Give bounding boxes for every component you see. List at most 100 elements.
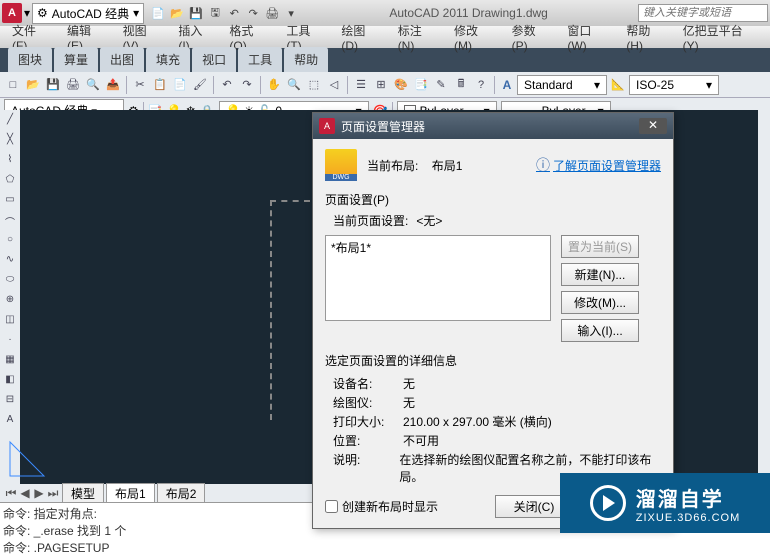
sheet-set-icon[interactable]: 📑 [412, 76, 430, 94]
tab-layout1[interactable]: 布局1 [106, 483, 155, 504]
tab-tools[interactable]: 工具 [238, 47, 282, 72]
menu-modify[interactable]: 修改(M) [446, 19, 504, 56]
menu-platform[interactable]: 亿把豆平台(Y) [675, 19, 766, 56]
text-style-dropdown[interactable]: Standard▾ [517, 75, 607, 95]
current-setup-value: <无> [416, 212, 442, 229]
show-on-new-layout-checkbox[interactable]: 创建新布局时显示 [325, 498, 438, 515]
undo-icon[interactable]: ↶ [218, 76, 236, 94]
page-setup-listbox[interactable]: *布局1* [325, 235, 551, 321]
watermark: 溜溜自学 ZIXUE.3D66.COM [560, 473, 770, 533]
insert-icon[interactable]: ⊕ [2, 294, 18, 310]
save-icon[interactable]: 💾 [44, 76, 62, 94]
dwg-icon [325, 149, 357, 181]
info-icon: ⓘ [536, 155, 550, 175]
line-icon[interactable]: ╱ [2, 114, 18, 130]
match-icon[interactable]: 🖌 [191, 76, 209, 94]
block-icon[interactable]: ◫ [2, 314, 18, 330]
properties-icon[interactable]: ☰ [352, 76, 370, 94]
dim-style-icon[interactable]: 📐 [609, 76, 627, 94]
help-icon[interactable]: ? [472, 76, 490, 94]
zoom-window-icon[interactable]: ⬚ [305, 76, 323, 94]
tab-model[interactable]: 模型 [62, 483, 104, 504]
preview-icon[interactable]: 🔍 [84, 76, 102, 94]
polyline-icon[interactable]: ⌇ [2, 154, 18, 170]
menu-window[interactable]: 窗口(W) [559, 19, 618, 56]
calc-icon[interactable]: 🖩 [452, 76, 470, 94]
current-setup-label: 当前页面设置: [333, 212, 408, 229]
dialog-body: 当前布局: 布局1 ⓘ 了解页面设置管理器 页面设置(P) 当前页面设置: <无… [313, 139, 673, 528]
rectangle-icon[interactable]: ▭ [2, 194, 18, 210]
design-center-icon[interactable]: ⊞ [372, 76, 390, 94]
polygon-icon[interactable]: ⬠ [2, 174, 18, 190]
current-layout-value: 布局1 [432, 159, 463, 173]
table-icon[interactable]: ⊟ [2, 394, 18, 410]
pan-icon[interactable]: ✋ [265, 76, 283, 94]
tab-prev-icon[interactable]: ◀ [18, 486, 32, 500]
new-icon[interactable]: □ [4, 76, 22, 94]
dim-style-value: ISO-25 [636, 78, 674, 92]
ellipse-icon[interactable]: ⬭ [2, 274, 18, 290]
separator [494, 76, 495, 94]
markup-icon[interactable]: ✎ [432, 76, 450, 94]
tab-last-icon[interactable]: ⏭ [46, 486, 60, 501]
menu-dimension[interactable]: 标注(N) [390, 19, 446, 56]
tab-layout2[interactable]: 布局2 [157, 483, 206, 504]
text-style-icon: A [499, 77, 515, 93]
zoom-prev-icon[interactable]: ◁ [325, 76, 343, 94]
detail-header: 选定页面设置的详细信息 [325, 352, 661, 369]
menu-draw[interactable]: 绘图(D) [333, 19, 389, 56]
zoom-icon[interactable]: 🔍 [285, 76, 303, 94]
new-button[interactable]: 新建(N)... [561, 263, 639, 286]
region-icon[interactable]: ◧ [2, 374, 18, 390]
device-label: 设备名: [333, 375, 403, 392]
watermark-sub: ZIXUE.3D66.COM [636, 512, 740, 524]
tab-quantity[interactable]: 算量 [54, 47, 98, 72]
learn-more-link[interactable]: ⓘ 了解页面设置管理器 [536, 155, 661, 175]
tab-plot[interactable]: 出图 [100, 47, 144, 72]
tab-next-icon[interactable]: ▶ [32, 486, 46, 500]
circle-icon[interactable]: ○ [2, 234, 18, 250]
desc-label: 说明: [333, 451, 399, 485]
copy-icon[interactable]: 📋 [151, 76, 169, 94]
point-icon[interactable]: · [2, 334, 18, 350]
watermark-main: 溜溜自学 [636, 483, 740, 512]
command-prompt: 命令: .PAGESETUP [3, 540, 767, 557]
list-item[interactable]: *布局1* [331, 239, 545, 256]
paste-icon[interactable]: 📄 [171, 76, 189, 94]
menu-parametric[interactable]: 参数(P) [504, 19, 560, 56]
print-icon[interactable]: 🖨 [64, 76, 82, 94]
detail-grid: 设备名:无 绘图仪:无 打印大小:210.00 x 297.00 毫米 (横向)… [333, 375, 661, 485]
modify-button[interactable]: 修改(M)... [561, 291, 639, 314]
separator [347, 76, 348, 94]
xline-icon[interactable]: ╳ [2, 134, 18, 150]
menu-help[interactable]: 帮助(H) [618, 19, 674, 56]
import-button[interactable]: 输入(I)... [561, 319, 639, 342]
arc-icon[interactable]: ⌒ [2, 214, 18, 230]
chevron-down-icon: ▾ [594, 78, 600, 92]
open-icon[interactable]: 📂 [24, 76, 42, 94]
tab-viewport[interactable]: 视口 [192, 47, 236, 72]
cut-icon[interactable]: ✂ [131, 76, 149, 94]
redo-icon[interactable]: ↷ [238, 76, 256, 94]
tab-first-icon[interactable]: ⏮ [4, 486, 18, 501]
menu-bar: 文件(F) 编辑(E) 视图(V) 插入(I) 格式(O) 工具(T) 绘图(D… [0, 26, 770, 48]
text-icon[interactable]: A [2, 414, 18, 430]
hatch-icon[interactable]: ▦ [2, 354, 18, 370]
tab-hatch[interactable]: 填充 [146, 47, 190, 72]
spline-icon[interactable]: ∿ [2, 254, 18, 270]
tab-help[interactable]: 帮助 [284, 47, 328, 72]
location-value: 不可用 [403, 432, 439, 449]
draw-toolbar: ╱ ╳ ⌇ ⬠ ▭ ⌒ ○ ∿ ⬭ ⊕ ◫ · ▦ ◧ ⊟ A [0, 110, 20, 488]
tab-block[interactable]: 图块 [8, 47, 52, 72]
current-layout-label: 当前布局: [367, 159, 418, 173]
dialog-icon: A [319, 118, 335, 134]
set-current-button[interactable]: 置为当前(S) [561, 235, 639, 258]
checkbox-label: 创建新布局时显示 [342, 498, 438, 515]
publish-icon[interactable]: 📤 [104, 76, 122, 94]
tool-palette-icon[interactable]: 🎨 [392, 76, 410, 94]
dim-style-dropdown[interactable]: ISO-25▾ [629, 75, 719, 95]
dialog-title-bar[interactable]: A 页面设置管理器 ✕ [313, 113, 673, 139]
checkbox-input[interactable] [325, 500, 338, 513]
play-icon [590, 485, 626, 521]
close-icon[interactable]: ✕ [639, 118, 667, 134]
